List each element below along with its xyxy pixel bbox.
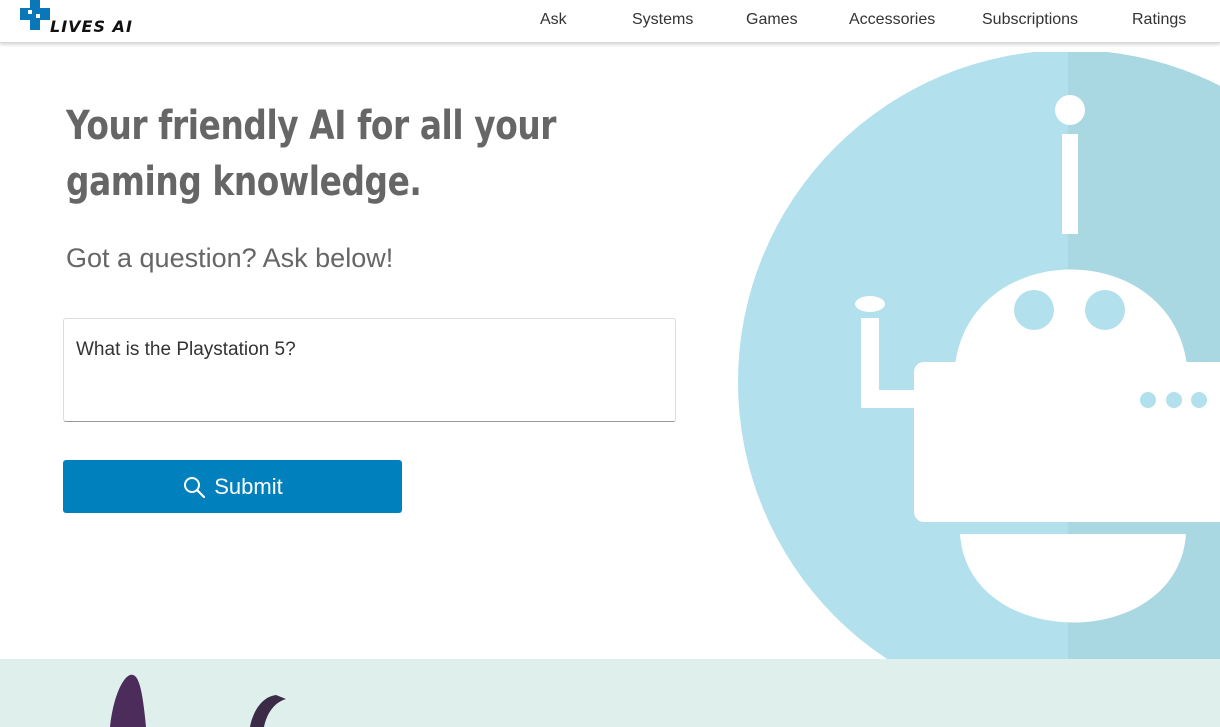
robot-eye-left: [1014, 290, 1054, 330]
main-nav: Ask Systems Games Accessories Subscripti…: [0, 0, 1220, 42]
antenna-tip: [1055, 95, 1085, 125]
robot-body: [914, 362, 1220, 522]
submit-label: Submit: [214, 473, 283, 499]
nav-item-ask[interactable]: Ask: [540, 11, 567, 29]
hero-title: Your friendly AI for all your gaming kno…: [66, 103, 557, 205]
decorative-shape-icon: [110, 674, 286, 727]
robot-illustration: [738, 52, 1220, 659]
nav-item-games[interactable]: Games: [746, 11, 798, 29]
bottom-section: [0, 659, 1220, 727]
nav-item-subscriptions[interactable]: Subscriptions: [982, 11, 1078, 29]
search-icon: [184, 476, 206, 498]
submit-button[interactable]: Submit: [63, 460, 402, 513]
nav-item-accessories[interactable]: Accessories: [849, 11, 935, 29]
hero-subtitle: Got a question? Ask below!: [66, 243, 394, 273]
nav-item-systems[interactable]: Systems: [632, 11, 693, 29]
robot-eye-right: [1085, 290, 1125, 330]
site-header: LIVES AI Ask Systems Games Accessories S…: [0, 0, 1220, 43]
question-input[interactable]: [63, 318, 676, 422]
nav-item-ratings[interactable]: Ratings: [1132, 11, 1186, 29]
